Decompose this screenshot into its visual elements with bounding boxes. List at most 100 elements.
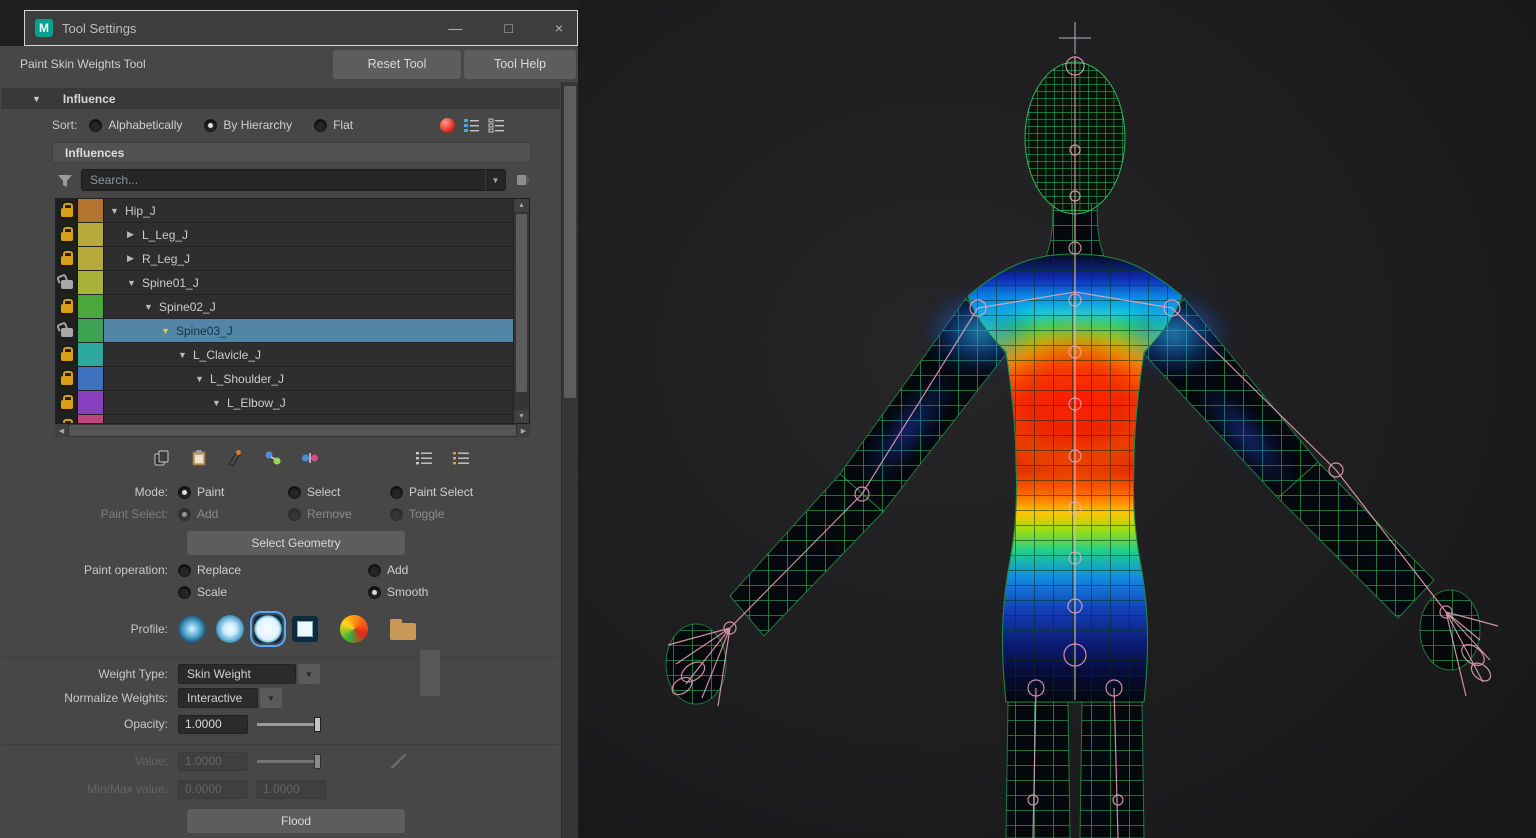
radio-sort-alphabetically[interactable]: Alphabetically (89, 118, 182, 132)
lock-icon[interactable] (56, 295, 78, 318)
expand-arrow-icon[interactable]: ▶ (127, 253, 137, 264)
radio-op-replace[interactable]: Replace (178, 563, 346, 577)
scroll-up-icon[interactable]: ▲ (514, 199, 529, 212)
search-box[interactable]: ▼ (81, 169, 506, 191)
radio-mode-paint[interactable]: Paint (178, 485, 266, 499)
influence-color-swatch[interactable] (78, 223, 104, 246)
search-dropdown-icon[interactable]: ▼ (485, 170, 505, 190)
influence-row-l-leg[interactable]: ▶L_Leg_J (56, 223, 513, 247)
influences-header-bar[interactable]: Influences (52, 142, 531, 163)
influence-section-header[interactable]: ▼ Influence (1, 88, 560, 109)
square-brush-icon[interactable] (292, 616, 318, 642)
slider-handle[interactable] (314, 717, 321, 732)
gaussian-brush-icon[interactable] (178, 615, 206, 643)
copy-weights-icon[interactable] (150, 446, 174, 470)
tool-help-button[interactable]: Tool Help (464, 50, 576, 79)
browse-folder-icon[interactable] (390, 623, 416, 640)
pin-search-icon[interactable] (515, 172, 531, 188)
influence-row-spine03[interactable]: ▼Spine03_J (56, 319, 513, 343)
panel-vertical-scrollbar[interactable] (561, 82, 578, 838)
radio-icon[interactable] (89, 119, 102, 132)
expand-arrow-icon[interactable]: ▼ (161, 326, 171, 336)
lock-icon[interactable] (56, 367, 78, 390)
radio-op-smooth[interactable]: Smooth (368, 585, 428, 599)
influence-color-swatch[interactable] (78, 343, 104, 366)
reset-tool-button[interactable]: Reset Tool (333, 50, 461, 79)
viewport-3d[interactable] (578, 0, 1536, 838)
influence-row-spine02[interactable]: ▼Spine02_J (56, 295, 513, 319)
sort-list-blue-icon[interactable] (463, 117, 480, 133)
expand-arrow-icon[interactable]: ▶ (127, 229, 137, 240)
panel-scroll-thumb[interactable] (564, 86, 576, 398)
lock-icon[interactable] (56, 247, 78, 270)
hscroll-thumb[interactable] (69, 425, 516, 436)
move-influences-icon[interactable] (261, 446, 285, 470)
minimize-icon[interactable]: — (448, 20, 462, 36)
tree-vertical-scrollbar[interactable]: ▲ ▼ (513, 199, 529, 423)
swap-influences-icon[interactable] (298, 446, 322, 470)
influence-row-hip[interactable]: ▼Hip_J (56, 199, 513, 223)
lock-icon[interactable] (56, 271, 78, 294)
opacity-slider[interactable] (257, 717, 321, 732)
tool-settings-titlebar[interactable]: M Tool Settings — □ × (24, 10, 578, 46)
influence-color-swatch[interactable] (78, 415, 104, 423)
influence-row-l-elbow[interactable]: ▼L_Elbow_J (56, 391, 513, 415)
influence-row-l-clavicle[interactable]: ▼L_Clavicle_J (56, 343, 513, 367)
expand-arrow-icon[interactable]: ▼ (127, 278, 137, 288)
maximize-icon[interactable]: □ (504, 20, 512, 36)
scroll-down-icon[interactable]: ▼ (514, 410, 529, 423)
chevron-down-icon[interactable]: ▼ (298, 664, 320, 684)
paste-weights-icon[interactable] (187, 446, 211, 470)
influence-color-swatch[interactable] (78, 247, 104, 270)
tree-scroll-thumb[interactable] (516, 214, 527, 392)
radio-sort-by-hierarchy[interactable]: By Hierarchy (204, 118, 292, 132)
influence-color-swatch[interactable] (78, 319, 104, 342)
lock-icon[interactable] (56, 319, 78, 342)
tree-horizontal-scrollbar[interactable]: ◀ ▶ (55, 424, 530, 437)
influence-color-swatch[interactable] (78, 367, 104, 390)
influence-row-l-shoulder[interactable]: ▼L_Shoulder_J (56, 367, 513, 391)
select-geometry-button[interactable]: Select Geometry (187, 531, 405, 555)
filter-funnel-icon[interactable] (56, 172, 74, 189)
radio-icon[interactable] (314, 119, 327, 132)
expand-arrow-icon[interactable]: ▼ (110, 206, 120, 216)
hscroll-track[interactable] (68, 424, 517, 437)
scroll-left-icon[interactable]: ◀ (55, 424, 68, 437)
lock-icon[interactable] (56, 199, 78, 222)
radio-mode-select[interactable]: Select (288, 485, 368, 499)
influence-color-swatch[interactable] (78, 391, 104, 414)
sort-list-outline-icon[interactable] (488, 117, 505, 133)
opacity-input[interactable] (178, 715, 248, 734)
influence-color-swatch[interactable] (78, 295, 104, 318)
weight-type-select[interactable]: Skin Weight (178, 664, 296, 684)
normalize-weights-select[interactable]: Interactive (178, 688, 258, 708)
collapse-triangle-icon[interactable]: ▼ (32, 94, 41, 104)
influence-row-spine01[interactable]: ▼Spine01_J (56, 271, 513, 295)
lock-icon[interactable] (56, 415, 78, 423)
lock-icon[interactable] (56, 223, 78, 246)
flood-button[interactable]: Flood (187, 809, 405, 833)
influence-row-partial[interactable] (56, 415, 513, 423)
radio-op-add[interactable]: Add (368, 563, 408, 577)
influence-row-r-leg[interactable]: ▶R_Leg_J (56, 247, 513, 271)
scroll-right-icon[interactable]: ▶ (517, 424, 530, 437)
ramp-brush-icon[interactable] (340, 615, 368, 643)
radio-mode-paint-select[interactable]: Paint Select (390, 485, 473, 499)
expand-arrow-icon[interactable]: ▼ (144, 302, 154, 312)
search-input[interactable] (82, 173, 485, 187)
radio-sort-flat[interactable]: Flat (314, 118, 353, 132)
close-icon[interactable]: × (555, 20, 563, 36)
influence-color-swatch[interactable] (78, 271, 104, 294)
expand-arrow-icon[interactable]: ▼ (212, 398, 222, 408)
radio-op-scale[interactable]: Scale (178, 585, 346, 599)
solid-brush-icon[interactable] (254, 615, 282, 643)
expand-arrow-icon[interactable]: ▼ (178, 350, 188, 360)
influence-color-swatch[interactable] (78, 199, 104, 222)
radio-icon[interactable] (204, 119, 217, 132)
weight-hammer-icon[interactable] (224, 446, 248, 470)
lock-icon[interactable] (56, 391, 78, 414)
lock-icon[interactable] (56, 343, 78, 366)
chevron-down-icon[interactable]: ▼ (260, 688, 282, 708)
expand-arrow-icon[interactable]: ▼ (195, 374, 205, 384)
maya-logo-icon[interactable]: M (35, 19, 53, 37)
